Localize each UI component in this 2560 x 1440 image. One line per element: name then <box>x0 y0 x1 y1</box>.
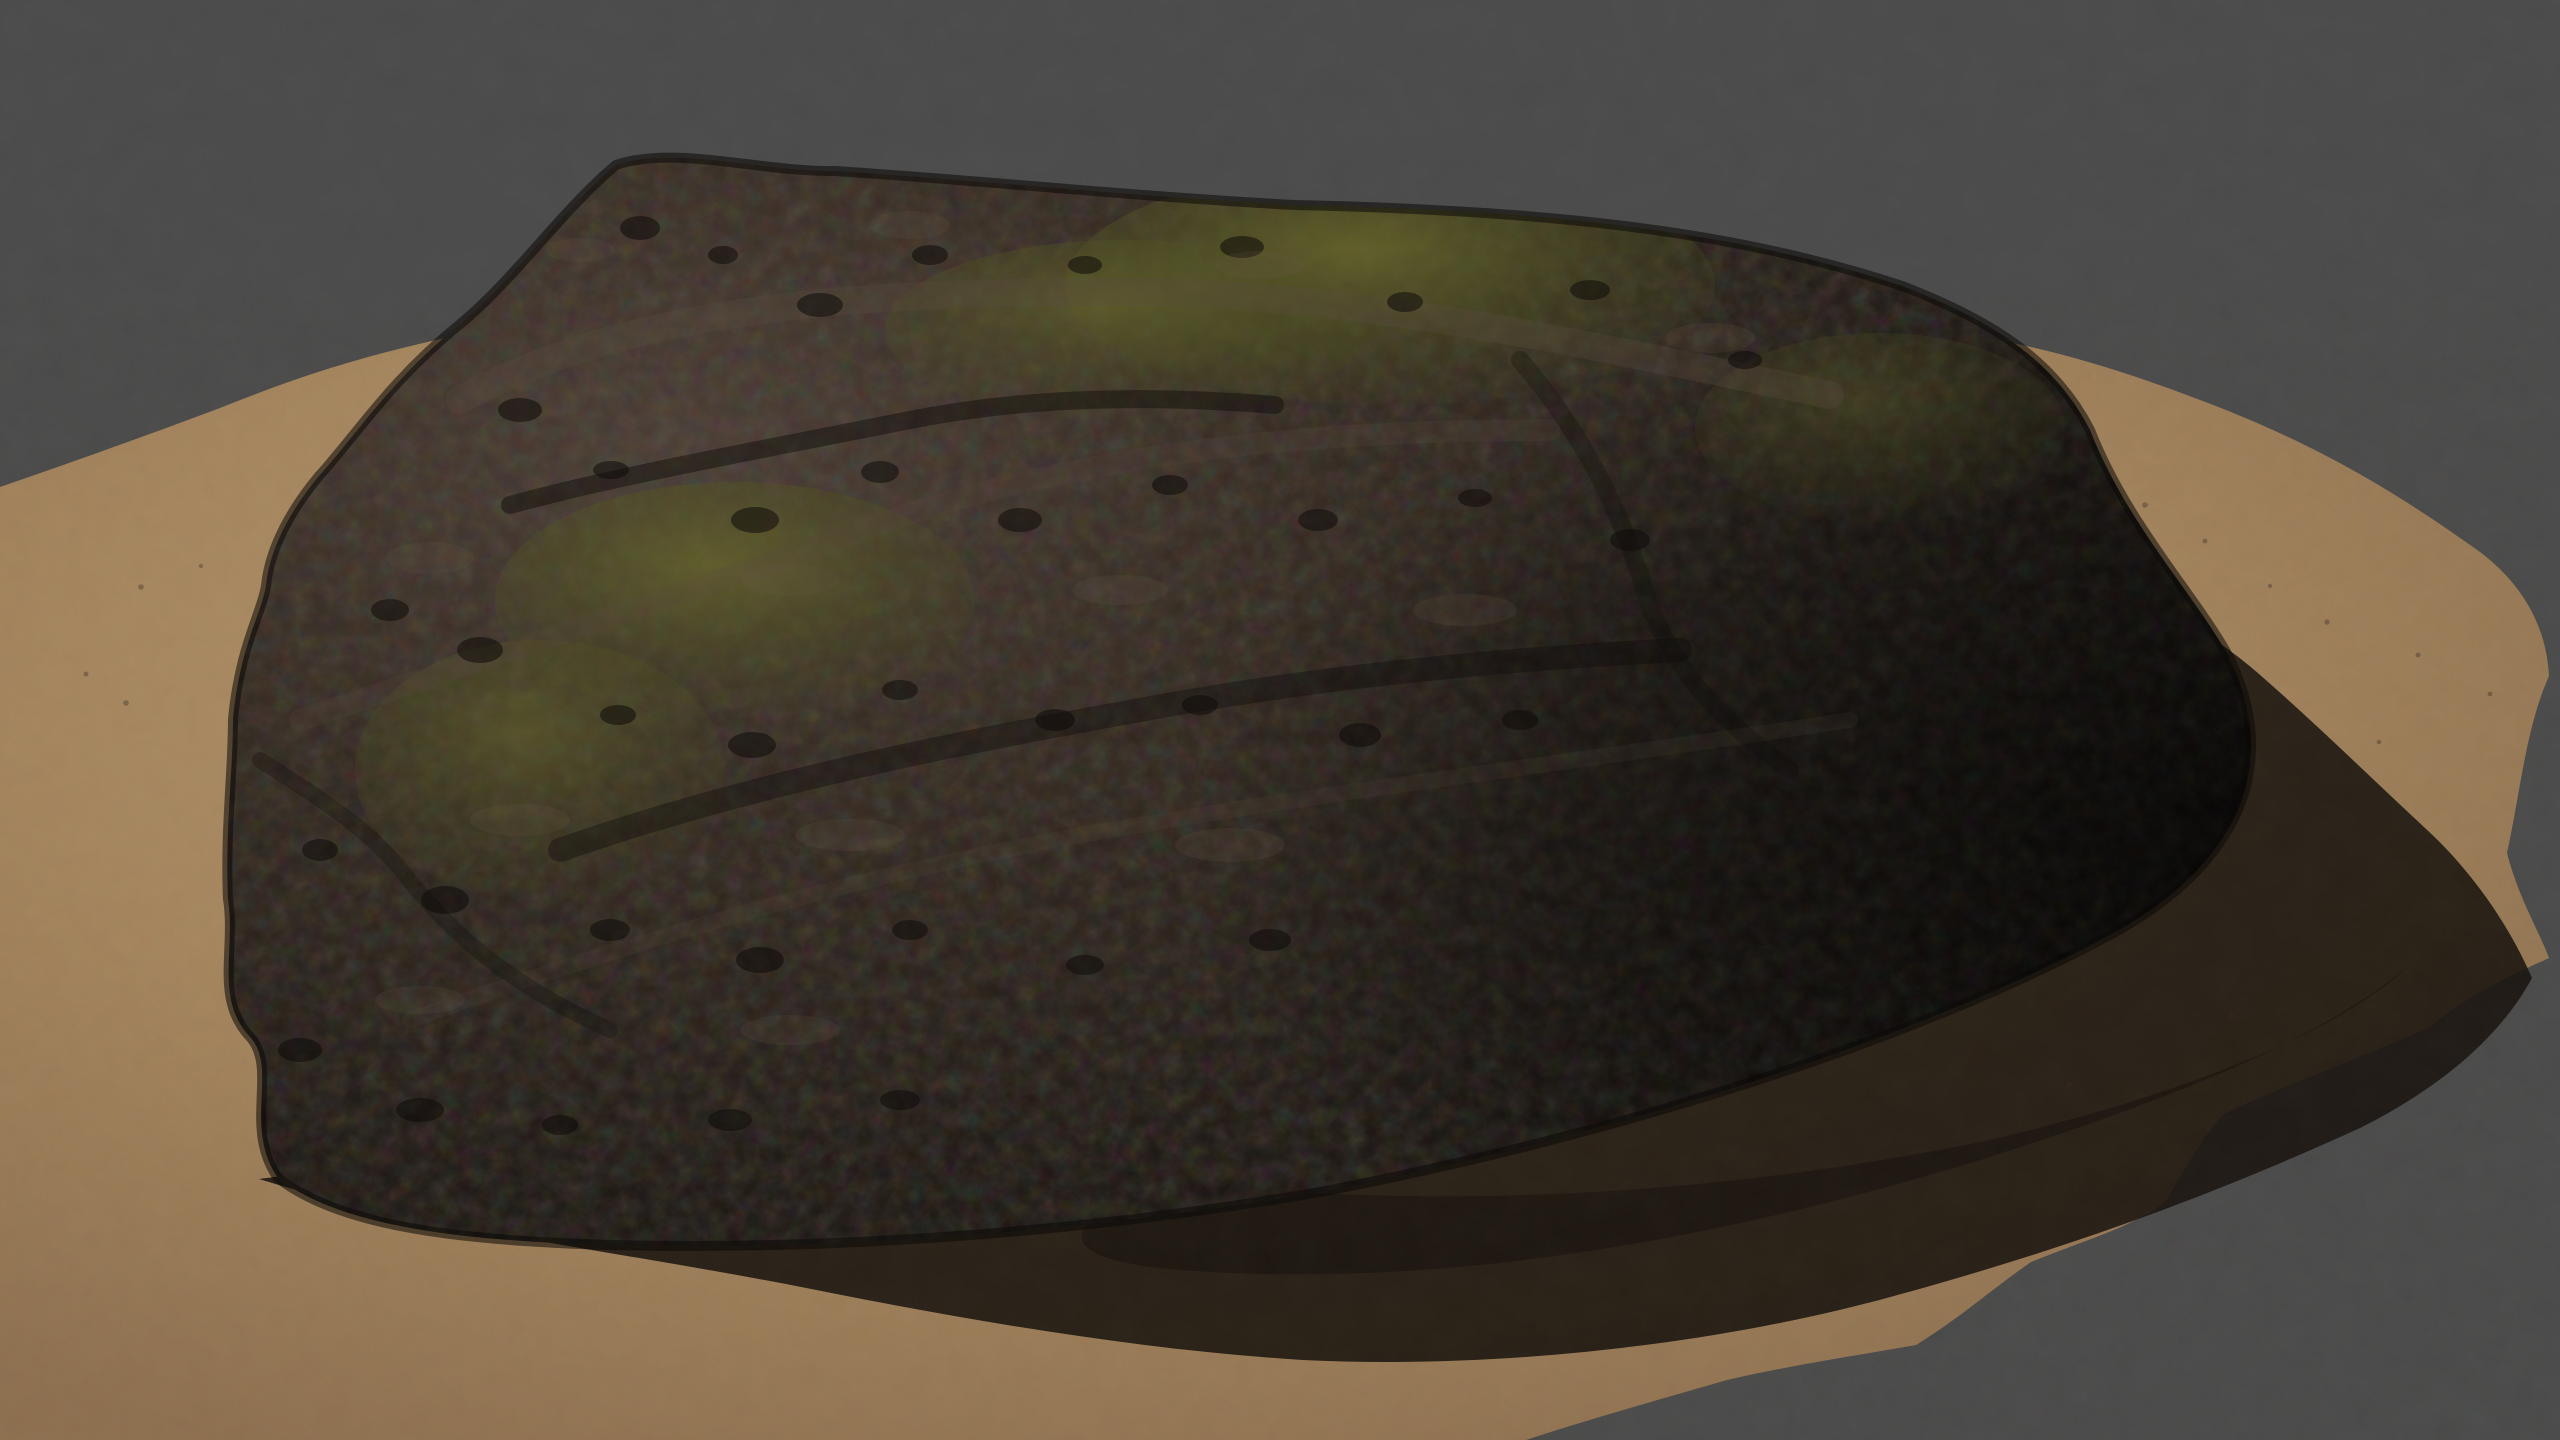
3d-viewport[interactable] <box>0 0 2560 1440</box>
scanned-rock-render <box>0 0 2560 1440</box>
